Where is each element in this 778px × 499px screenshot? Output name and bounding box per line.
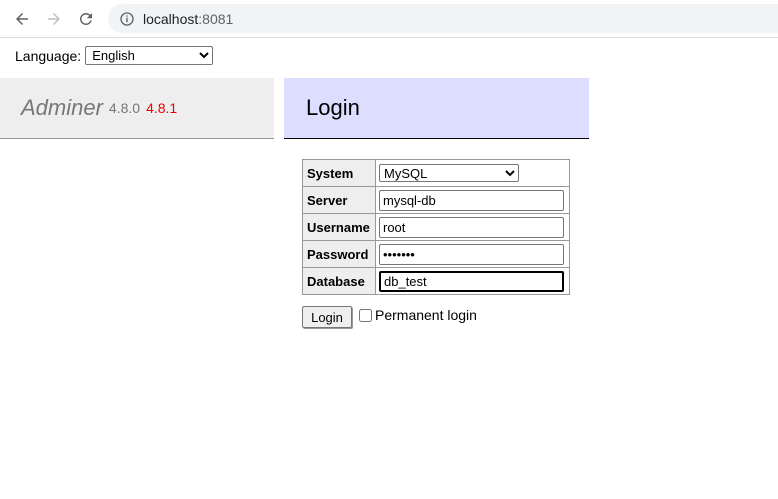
permanent-login-label: Permanent login	[375, 307, 477, 323]
permanent-login-checkbox[interactable]	[359, 308, 372, 322]
server-label: Server	[302, 186, 376, 214]
password-label: Password	[302, 240, 376, 268]
url-text: localhost:8081	[143, 11, 233, 27]
language-selector: Language: English	[15, 46, 214, 65]
login-header: Login	[284, 78, 589, 139]
system-row: System MySQL	[302, 159, 570, 187]
adminer-logo-link[interactable]: Adminer	[21, 95, 103, 121]
url-port: :8081	[198, 10, 234, 27]
address-bar[interactable]: localhost:8081	[108, 4, 778, 33]
system-select[interactable]: MySQL	[379, 164, 519, 182]
database-label: Database	[302, 267, 376, 295]
permanent-login[interactable]: Permanent login	[359, 307, 477, 323]
page-title: Login	[306, 95, 360, 120]
url-host: localhost	[143, 10, 199, 27]
language-label: Language:	[15, 47, 82, 64]
username-input[interactable]	[379, 216, 564, 238]
username-label: Username	[302, 213, 376, 241]
database-input[interactable]	[379, 270, 564, 292]
new-version-link[interactable]: 4.8.1	[146, 100, 177, 116]
reload-button[interactable]	[72, 5, 100, 33]
language-select[interactable]: English	[85, 46, 214, 65]
login-form-table: System MySQL Server Username Password Da…	[302, 159, 570, 295]
server-row: Server	[302, 186, 570, 214]
back-button[interactable]	[8, 5, 36, 33]
password-input[interactable]	[379, 243, 564, 265]
database-row: Database	[302, 267, 570, 295]
browser-toolbar: localhost:8081	[0, 0, 778, 38]
login-button[interactable]: Login	[302, 306, 352, 328]
forward-button[interactable]	[40, 5, 68, 33]
username-row: Username	[302, 213, 570, 241]
forward-arrow-icon	[48, 13, 60, 25]
server-input[interactable]	[379, 189, 564, 211]
version-number: 4.8.0	[108, 100, 141, 116]
adminer-brand-header: Adminer 4.8.0 4.8.1	[0, 78, 274, 139]
password-row: Password	[302, 240, 570, 268]
system-label: System	[302, 159, 376, 187]
back-arrow-icon	[16, 13, 28, 25]
reload-icon	[80, 12, 92, 25]
info-icon[interactable]	[119, 11, 135, 27]
